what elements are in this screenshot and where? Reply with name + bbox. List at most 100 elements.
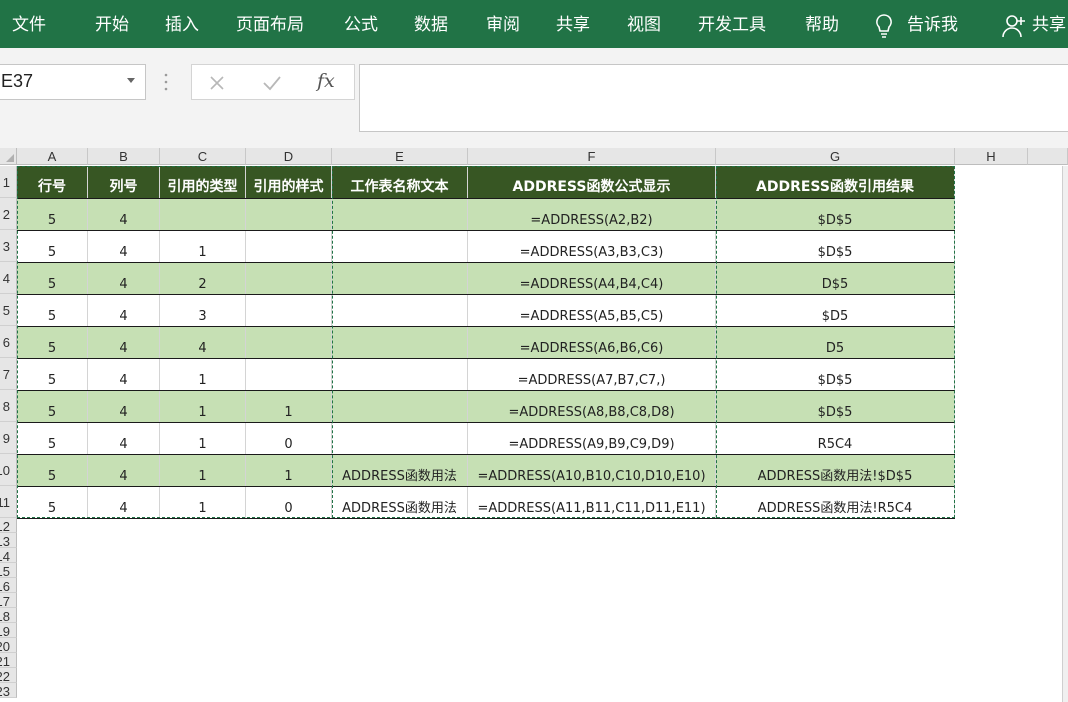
table-cell[interactable]: 1 — [160, 230, 246, 262]
table-cell[interactable]: $D$5 — [716, 358, 955, 390]
tab-review[interactable]: 审阅 — [486, 0, 520, 48]
row-header[interactable]: 7 — [0, 358, 17, 390]
table-cell[interactable]: =ADDRESS(A2,B2) — [468, 198, 716, 230]
tab-page-layout[interactable]: 页面布局 — [236, 0, 304, 48]
select-all-button[interactable] — [0, 148, 17, 165]
table-cell[interactable]: 5 — [17, 390, 88, 422]
table-cell[interactable]: 0 — [246, 422, 332, 454]
table-cell[interactable] — [332, 198, 468, 230]
table-cell[interactable]: 4 — [88, 230, 160, 262]
table-cell[interactable]: 5 — [17, 198, 88, 230]
row-header[interactable]: 19 — [0, 623, 17, 638]
table-header-cell[interactable]: ADDRESS函数公式显示 — [468, 166, 716, 198]
table-header-cell[interactable]: 行号 — [17, 166, 88, 198]
tab-formulas[interactable]: 公式 — [344, 0, 378, 48]
table-cell[interactable] — [332, 390, 468, 422]
tab-share[interactable]: 共享 — [556, 0, 590, 48]
table-cell[interactable] — [246, 294, 332, 326]
table-cell[interactable]: 1 — [160, 358, 246, 390]
row-header[interactable]: 16 — [0, 578, 17, 593]
column-header-b[interactable]: B — [88, 148, 160, 165]
row-header[interactable]: 9 — [0, 422, 17, 454]
drag-handle-icon[interactable] — [164, 72, 168, 92]
table-cell[interactable]: R5C4 — [716, 422, 955, 454]
table-cell[interactable]: 1 — [160, 454, 246, 486]
table-header-cell[interactable]: 引用的类型 — [160, 166, 246, 198]
row-header[interactable]: 17 — [0, 593, 17, 608]
table-cell[interactable] — [246, 230, 332, 262]
table-header-cell[interactable]: ADDRESS函数引用结果 — [716, 166, 955, 198]
chevron-down-icon[interactable] — [127, 78, 135, 83]
table-cell[interactable] — [246, 358, 332, 390]
table-cell[interactable] — [246, 262, 332, 294]
share-button[interactable]: 共享 — [1032, 0, 1066, 48]
tab-developer[interactable]: 开发工具 — [698, 0, 766, 48]
table-cell[interactable]: 4 — [88, 358, 160, 390]
row-header[interactable]: 20 — [0, 638, 17, 653]
share-person-icon[interactable] — [1002, 14, 1026, 38]
row-header[interactable]: 22 — [0, 668, 17, 683]
table-cell[interactable]: =ADDRESS(A9,B9,C9,D9) — [468, 422, 716, 454]
table-cell[interactable] — [246, 326, 332, 358]
table-cell[interactable]: 5 — [17, 230, 88, 262]
table-cell[interactable]: ADDRESS函数用法 — [332, 454, 468, 486]
row-header[interactable]: 5 — [0, 294, 17, 326]
table-cell[interactable]: 5 — [17, 454, 88, 486]
table-cell[interactable] — [332, 294, 468, 326]
column-header-f[interactable]: F — [468, 148, 716, 165]
table-cell[interactable]: =ADDRESS(A4,B4,C4) — [468, 262, 716, 294]
name-box[interactable]: E37 — [0, 64, 146, 100]
table-cell[interactable]: 5 — [17, 326, 88, 358]
row-header[interactable]: 21 — [0, 653, 17, 668]
column-header-h[interactable]: H — [955, 148, 1028, 165]
table-cell[interactable]: 2 — [160, 262, 246, 294]
table-cell[interactable] — [332, 358, 468, 390]
table-cell[interactable]: =ADDRESS(A5,B5,C5) — [468, 294, 716, 326]
column-header-g[interactable]: G — [716, 148, 955, 165]
table-cell[interactable]: $D$5 — [716, 390, 955, 422]
table-cell[interactable]: =ADDRESS(A6,B6,C6) — [468, 326, 716, 358]
table-cell[interactable]: 4 — [88, 390, 160, 422]
row-header[interactable]: 4 — [0, 262, 17, 294]
row-header[interactable]: 2 — [0, 198, 17, 230]
tab-help[interactable]: 帮助 — [805, 0, 839, 48]
table-cell[interactable]: 3 — [160, 294, 246, 326]
tab-data[interactable]: 数据 — [414, 0, 448, 48]
insert-function-icon[interactable]: fx — [317, 70, 335, 92]
row-header[interactable]: 1 — [0, 166, 17, 198]
table-cell[interactable]: 4 — [88, 486, 160, 518]
table-cell[interactable] — [332, 230, 468, 262]
table-header-cell[interactable]: 列号 — [88, 166, 160, 198]
table-cell[interactable] — [332, 422, 468, 454]
vertical-scrollbar[interactable] — [1062, 166, 1068, 702]
table-cell[interactable]: 5 — [17, 294, 88, 326]
tab-view[interactable]: 视图 — [627, 0, 661, 48]
table-cell[interactable]: 4 — [88, 326, 160, 358]
column-header-e[interactable]: E — [332, 148, 468, 165]
table-cell[interactable] — [332, 262, 468, 294]
table-cell[interactable]: $D$5 — [716, 198, 955, 230]
row-header[interactable]: 10 — [0, 454, 17, 486]
table-cell[interactable]: ADDRESS函数用法 — [332, 486, 468, 518]
table-cell[interactable]: $D5 — [716, 294, 955, 326]
tell-me-search[interactable]: 告诉我 — [907, 0, 958, 48]
table-cell[interactable]: 5 — [17, 422, 88, 454]
table-cell[interactable]: 4 — [88, 294, 160, 326]
table-cell[interactable]: D$5 — [716, 262, 955, 294]
table-cell[interactable]: =ADDRESS(A3,B3,C3) — [468, 230, 716, 262]
table-cell[interactable]: 4 — [88, 262, 160, 294]
formula-input[interactable] — [359, 64, 1068, 132]
row-header[interactable]: 14 — [0, 548, 17, 563]
row-header[interactable]: 12 — [0, 518, 17, 533]
row-header[interactable]: 15 — [0, 563, 17, 578]
table-cell[interactable]: =ADDRESS(A7,B7,C7,) — [468, 358, 716, 390]
table-cell[interactable]: D5 — [716, 326, 955, 358]
table-header-cell[interactable]: 工作表名称文本 — [332, 166, 468, 198]
column-header-c[interactable]: C — [160, 148, 246, 165]
row-header[interactable]: 13 — [0, 533, 17, 548]
table-cell[interactable]: =ADDRESS(A8,B8,C8,D8) — [468, 390, 716, 422]
table-cell[interactable]: $D$5 — [716, 230, 955, 262]
tab-insert[interactable]: 插入 — [165, 0, 199, 48]
table-cell[interactable]: 0 — [246, 486, 332, 518]
table-cell[interactable] — [160, 198, 246, 230]
